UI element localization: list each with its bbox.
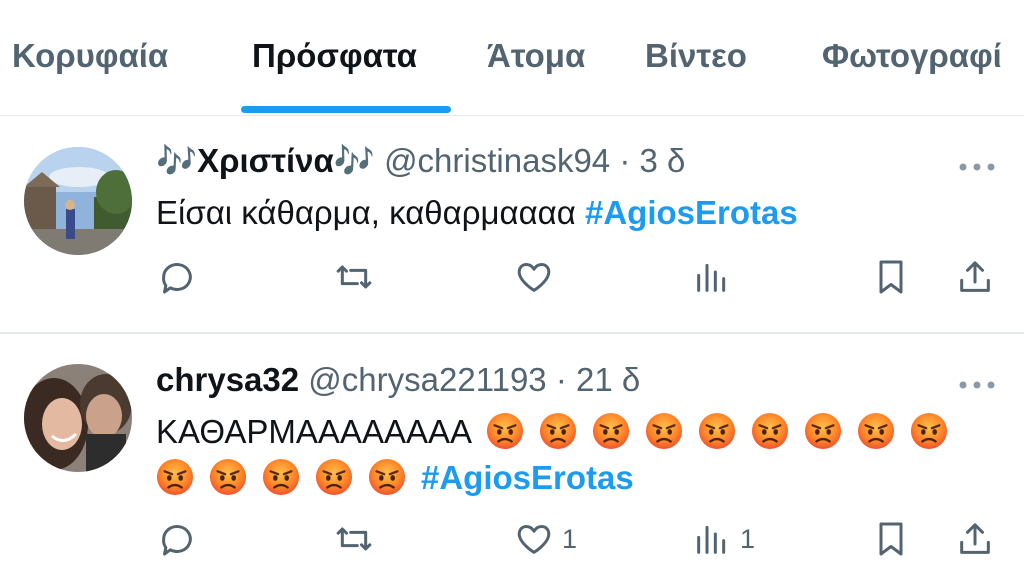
pouting-face-icon	[698, 412, 736, 450]
active-tab-indicator	[241, 106, 451, 113]
tweet[interactable]: 🎶Χριστίνα🎶 @christinask94 · 3 δ Είσαι κά…	[0, 116, 1024, 332]
retweet-button[interactable]	[334, 255, 374, 299]
tweet-text: Είσαι κάθαρμα, καθαρμαααα #AgiosErotas	[156, 194, 798, 232]
pouting-face-icon	[645, 412, 683, 450]
emoji-group	[486, 412, 963, 450]
like-button[interactable]	[514, 255, 562, 299]
reply-icon	[162, 525, 192, 556]
reply-icon	[162, 263, 192, 294]
retweet-button[interactable]	[334, 517, 374, 561]
like-icon	[517, 525, 551, 554]
reply-button[interactable]	[157, 517, 197, 561]
avatar[interactable]	[24, 364, 132, 472]
retweet-icon	[336, 265, 372, 289]
pouting-face-icon	[857, 412, 895, 450]
search-tabs: Κορυφαία Πρόσφατα Άτομα Βίντεο Φωτογραφί	[0, 0, 1024, 116]
pouting-face-icon	[910, 412, 948, 450]
timestamp[interactable]: 3 δ	[640, 142, 686, 179]
bookmark-icon	[879, 260, 903, 294]
like-button[interactable]: 1	[514, 517, 577, 561]
views-count: 1	[740, 523, 756, 554]
tweet-actions	[0, 255, 1024, 299]
tweet-actions: 1 1	[0, 517, 1024, 561]
tweet-header: 🎶Χριστίνα🎶 @christinask94 · 3 δ	[156, 142, 685, 181]
tweet-text-line-1: ΚΑΘΑΡΜΑΑΑΑΑΑΑΑ	[156, 412, 963, 451]
like-count: 1	[562, 523, 578, 554]
tweet-text-line-2: #AgiosErotas	[156, 458, 634, 497]
hashtag-link[interactable]: #AgiosErotas	[421, 459, 634, 496]
bookmark-button[interactable]	[871, 255, 911, 299]
pouting-face-icon	[486, 412, 524, 450]
pouting-face-icon	[804, 412, 842, 450]
pouting-face-icon	[315, 458, 353, 496]
more-icon[interactable]	[958, 159, 996, 171]
timestamp[interactable]: 21 δ	[576, 361, 640, 398]
share-button[interactable]	[955, 517, 995, 561]
views-button[interactable]: 1	[692, 517, 755, 561]
views-icon	[697, 525, 726, 554]
retweet-icon	[336, 527, 372, 551]
tab-photos[interactable]: Φωτογραφί	[822, 37, 1002, 75]
tweet-body: ΚΑΘΑΡΜΑΑΑΑΑΑΑΑ	[156, 413, 472, 450]
bookmark-button[interactable]	[871, 517, 911, 561]
handle[interactable]: @chrysa221193	[308, 361, 546, 398]
tweet-header: chrysa32 @chrysa221193 · 21 δ	[156, 361, 640, 399]
pouting-face-icon	[751, 412, 789, 450]
share-button[interactable]	[955, 255, 995, 299]
pouting-face-icon	[539, 412, 577, 450]
emoji-group	[156, 458, 421, 496]
reply-button[interactable]	[157, 255, 197, 299]
pouting-face-icon	[368, 458, 406, 496]
bookmark-icon	[879, 522, 903, 556]
display-name[interactable]: chrysa32	[156, 361, 299, 398]
tab-videos[interactable]: Βίντεο	[645, 37, 747, 75]
like-icon	[517, 263, 551, 292]
hashtag-link[interactable]: #AgiosErotas	[585, 194, 798, 231]
display-name[interactable]: 🎶Χριστίνα🎶	[156, 142, 375, 179]
views-icon	[697, 263, 726, 292]
views-button[interactable]	[692, 255, 740, 299]
pouting-face-icon	[156, 458, 194, 496]
avatar[interactable]	[24, 147, 132, 255]
share-icon	[960, 523, 990, 554]
tweet[interactable]: chrysa32 @chrysa221193 · 21 δ ΚΑΘΑΡΜΑΑΑΑ…	[0, 334, 1024, 557]
tab-top[interactable]: Κορυφαία	[12, 37, 168, 75]
more-icon[interactable]	[958, 377, 996, 389]
tweet-body: Είσαι κάθαρμα, καθαρμαααα	[156, 194, 576, 231]
handle[interactable]: @christinask94	[384, 142, 610, 179]
separator: ·	[555, 361, 567, 398]
pouting-face-icon	[209, 458, 247, 496]
tab-people[interactable]: Άτομα	[487, 37, 585, 75]
separator: ·	[619, 142, 631, 179]
pouting-face-icon	[262, 458, 300, 496]
pouting-face-icon	[592, 412, 630, 450]
tab-latest[interactable]: Πρόσφατα	[252, 37, 417, 75]
share-icon	[960, 261, 990, 292]
